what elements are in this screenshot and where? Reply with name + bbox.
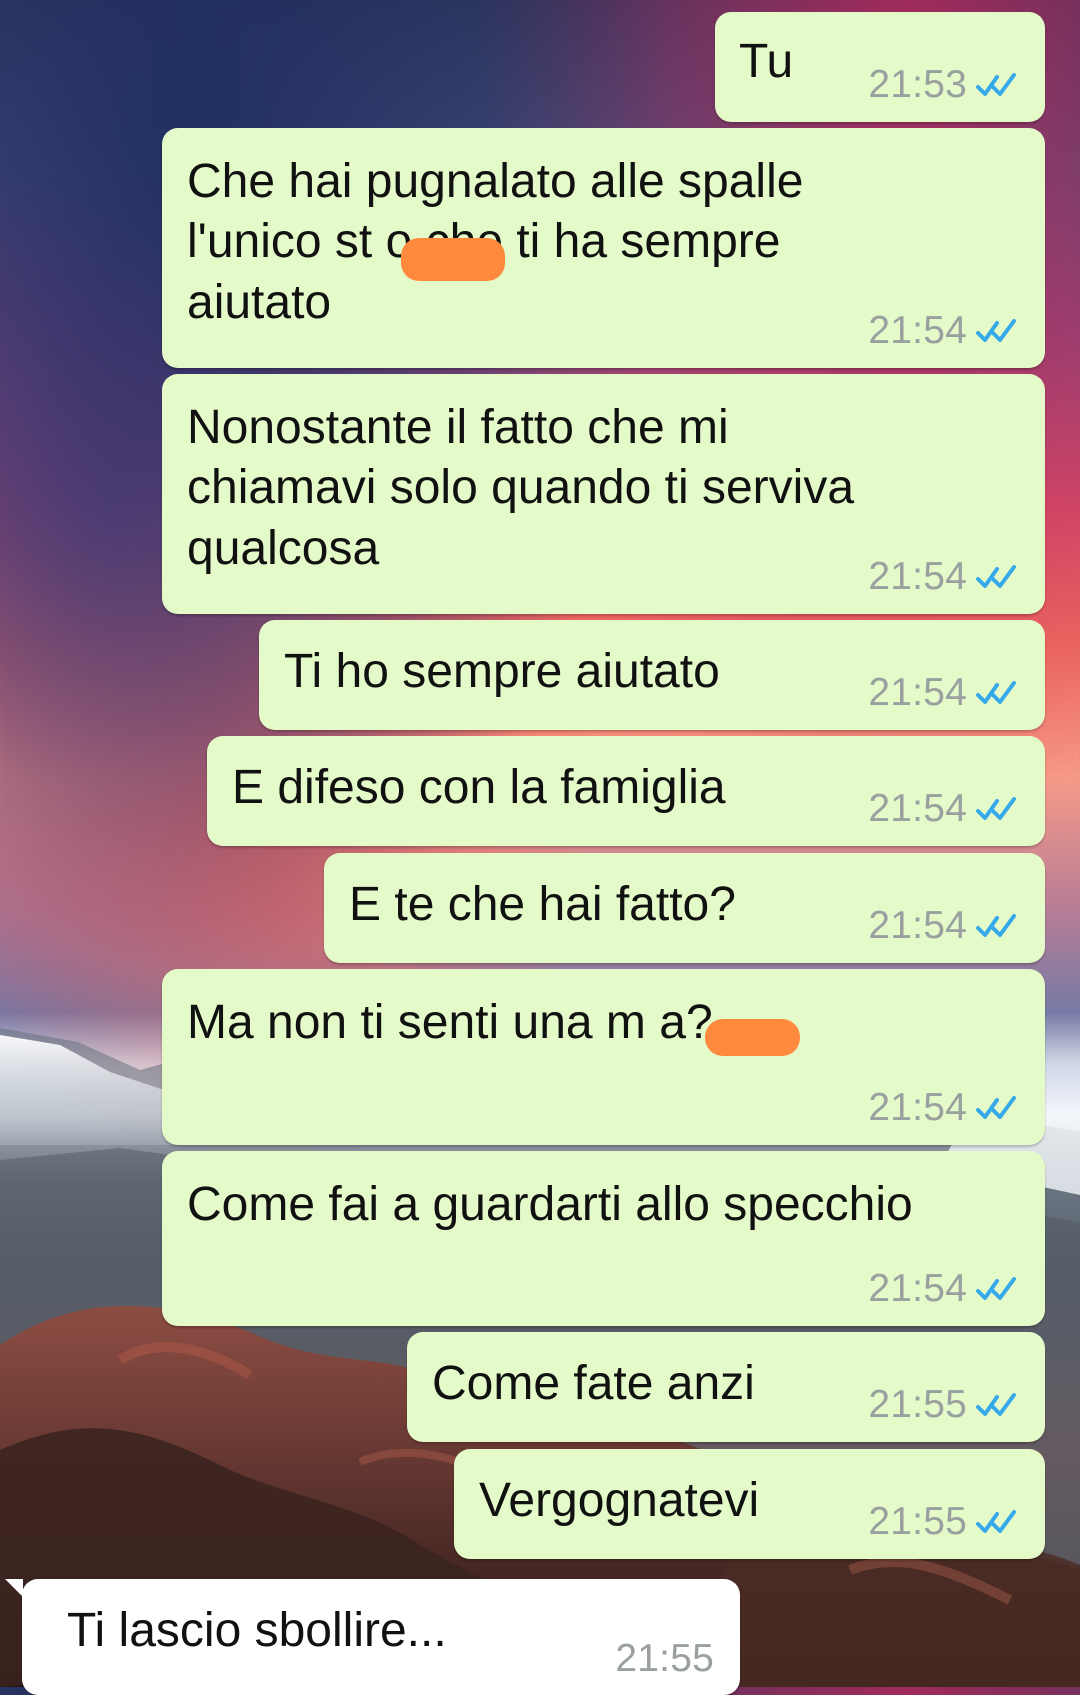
message-time: 21:53 (868, 63, 967, 106)
message-time: 21:54 (868, 1086, 967, 1129)
message-text: Nonostante il fatto che mi chiamavi solo… (187, 401, 855, 575)
message-time: 21:55 (615, 1637, 714, 1680)
double-check-icon (976, 72, 1016, 96)
message-text: Tu (739, 35, 794, 88)
message-bubble[interactable]: Ma non ti senti una m a? 21:54 (162, 969, 1045, 1145)
message-bubble[interactable]: Vergognatevi 21:55 (454, 1449, 1045, 1559)
message-bubble[interactable]: Ti ho sempre aiutato 21:54 (259, 620, 1045, 730)
message-time: 21:54 (868, 671, 967, 714)
double-check-icon (976, 680, 1016, 704)
double-check-icon (976, 1509, 1016, 1533)
message-text: E te che hai fatto? (349, 878, 736, 931)
chat-area[interactable]: Tu 21:53 Che hai pugnalato alle spalle l… (0, 0, 1080, 1695)
message-tail (5, 1579, 23, 1597)
message-time: 21:54 (868, 555, 967, 598)
message-meta: 21:54 (868, 789, 1021, 828)
message-meta: 21:54 (868, 557, 1021, 596)
message-text: E difeso con la famiglia (232, 761, 726, 814)
double-check-icon (976, 564, 1016, 588)
double-check-icon (976, 1276, 1016, 1300)
message-time: 21:54 (868, 1267, 967, 1310)
redaction-mark (401, 238, 505, 281)
message-text: Ti lascio sbollire... (67, 1604, 447, 1657)
message-bubble[interactable]: Come fai a guardarti allo specchio 21:54 (162, 1151, 1045, 1326)
double-check-icon (976, 1392, 1016, 1416)
double-check-icon (976, 796, 1016, 820)
chat-screen: { "chat": { "messages": [ { "direction":… (0, 0, 1080, 1695)
message-text: Ti ho sempre aiutato (284, 645, 720, 698)
message-meta: 21:54 (868, 673, 1021, 712)
message-time: 21:54 (868, 309, 967, 352)
message-bubble[interactable]: Nonostante il fatto che mi chiamavi solo… (162, 374, 1045, 614)
message-bubble[interactable]: Che hai pugnalato alle spalle l'unico st… (162, 128, 1045, 368)
double-check-icon (976, 1095, 1016, 1119)
message-bubble[interactable]: E te che hai fatto? 21:54 (324, 853, 1045, 963)
message-text: Ma non ti senti una m a? (187, 996, 713, 1049)
message-bubble[interactable]: Ti lascio sbollire... 21:55 (5, 1579, 740, 1695)
redaction-mark (705, 1019, 800, 1056)
message-meta: 21:54 (868, 311, 1021, 350)
double-check-icon (976, 318, 1016, 342)
double-check-icon (976, 913, 1016, 937)
message-time: 21:55 (868, 1500, 967, 1543)
message-time: 21:54 (868, 904, 967, 947)
message-time: 21:54 (868, 787, 967, 830)
message-meta: 21:55 (868, 1385, 1021, 1424)
message-text: Come fate anzi (432, 1357, 755, 1410)
message-text: Vergognatevi (479, 1474, 760, 1527)
message-meta: 21:54 (868, 906, 1021, 945)
message-meta: 21:55 (868, 1502, 1021, 1541)
message-bubble[interactable]: E difeso con la famiglia 21:54 (207, 736, 1045, 846)
message-time: 21:55 (868, 1383, 967, 1426)
message-text: Come fai a guardarti allo specchio (187, 1178, 913, 1231)
message-bubble[interactable]: Come fate anzi 21:55 (407, 1332, 1045, 1442)
message-meta: 21:55 (615, 1639, 714, 1678)
message-meta: 21:53 (868, 65, 1021, 104)
message-bubble[interactable]: Tu 21:53 (715, 12, 1045, 122)
message-meta: 21:54 (868, 1088, 1021, 1127)
message-meta: 21:54 (868, 1269, 1021, 1308)
